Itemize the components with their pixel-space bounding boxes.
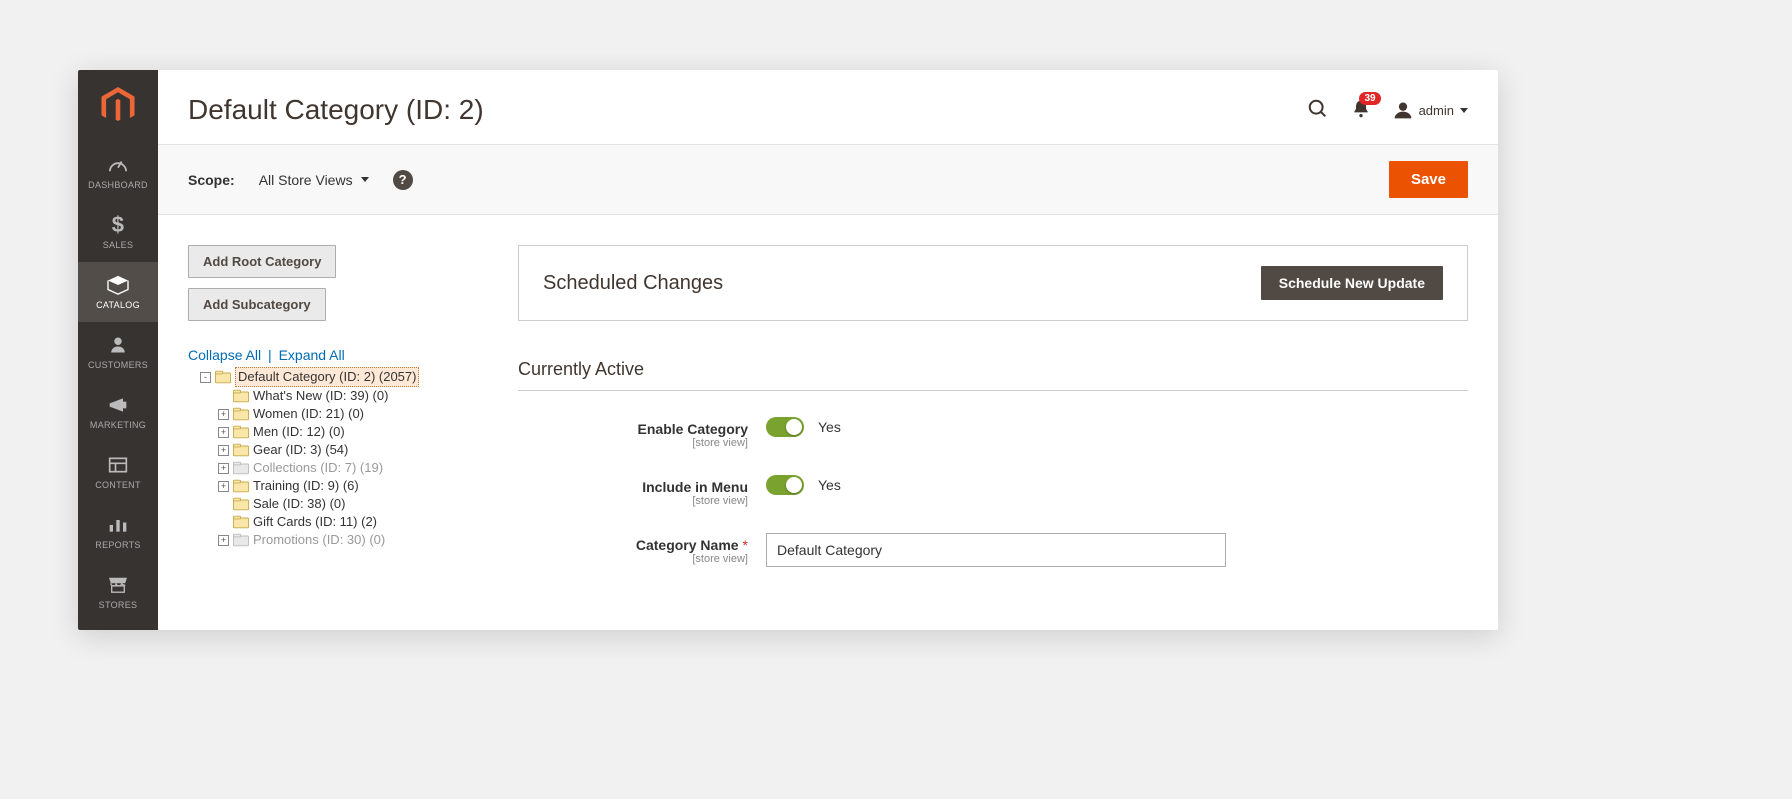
content-icon	[107, 454, 129, 476]
expand-icon[interactable]: +	[218, 427, 229, 438]
required-indicator: *	[743, 537, 748, 553]
scope-value: All Store Views	[259, 172, 353, 188]
enable-category-toggle[interactable]	[766, 417, 804, 437]
nav-reports[interactable]: REPORTS	[78, 502, 158, 562]
tree-node-label: Sale (ID: 38) (0)	[253, 495, 345, 513]
notifications-icon[interactable]: 39	[1351, 98, 1371, 123]
expand-icon[interactable]: +	[218, 445, 229, 456]
scope-bar: Scope: All Store Views ? Save	[158, 144, 1498, 215]
dashboard-icon	[107, 154, 129, 176]
category-name-label: Category Name	[636, 537, 739, 553]
tree-node-label: Collections (ID: 7) (19)	[253, 459, 383, 477]
tree-node-label: Gear (ID: 3) (54)	[253, 441, 348, 459]
page-title: Default Category (ID: 2)	[188, 94, 484, 126]
notifications-badge: 39	[1359, 92, 1380, 105]
include-in-menu-value: Yes	[818, 477, 841, 493]
tree-node[interactable]: Sale (ID: 38) (0)	[188, 495, 518, 513]
tree-node[interactable]: + Training (ID: 9) (6)	[188, 477, 518, 495]
help-icon[interactable]: ?	[393, 170, 413, 190]
category-tree-column: Add Root Category Add Subcategory Collap…	[188, 245, 518, 593]
search-icon[interactable]	[1307, 98, 1329, 123]
columns: Add Root Category Add Subcategory Collap…	[158, 215, 1498, 593]
user-name: admin	[1419, 103, 1454, 118]
nav-customers[interactable]: CUSTOMERS	[78, 322, 158, 382]
admin-sidebar: DASHBOARD$SALESCATALOGCUSTOMERSMARKETING…	[78, 70, 158, 630]
scope-hint: [store view]	[518, 495, 748, 507]
add-root-category-button[interactable]: Add Root Category	[188, 245, 336, 278]
tree-node[interactable]: Gift Cards (ID: 11) (2)	[188, 513, 518, 531]
sales-icon: $	[107, 214, 129, 236]
tree-spacer	[218, 517, 229, 528]
category-form-column: Scheduled Changes Schedule New Update Cu…	[518, 245, 1468, 593]
include-in-menu-row: Include in Menu [store view] Yes	[518, 475, 1468, 507]
magento-logo[interactable]	[78, 70, 158, 142]
tree-node-label: Training (ID: 9) (6)	[253, 477, 359, 495]
tree-node[interactable]: + Women (ID: 21) (0)	[188, 405, 518, 423]
enable-category-value: Yes	[818, 419, 841, 435]
customers-icon	[107, 334, 129, 356]
main-content: Default Category (ID: 2) 39	[158, 70, 1498, 630]
header-actions: 39 admin	[1307, 98, 1468, 123]
nav-dashboard[interactable]: DASHBOARD	[78, 142, 158, 202]
nav-stores[interactable]: STORES	[78, 562, 158, 622]
scheduled-changes-title: Scheduled Changes	[543, 272, 723, 295]
expand-icon[interactable]: +	[218, 481, 229, 492]
schedule-new-update-button[interactable]: Schedule New Update	[1261, 266, 1443, 300]
tree-node-label: Women (ID: 21) (0)	[253, 405, 364, 423]
collapse-all-link[interactable]: Collapse All	[188, 347, 261, 363]
nav-marketing[interactable]: MARKETING	[78, 382, 158, 442]
collapse-icon[interactable]: -	[200, 372, 211, 383]
nav-sales[interactable]: $SALES	[78, 202, 158, 262]
tree-node[interactable]: What's New (ID: 39) (0)	[188, 387, 518, 405]
tree-spacer	[218, 391, 229, 402]
enable-category-label: Enable Category	[638, 421, 748, 437]
category-tree: - Default Category (ID: 2) (2057)What's N…	[188, 367, 518, 549]
tree-node-label: Men (ID: 12) (0)	[253, 423, 345, 441]
scheduled-changes-panel: Scheduled Changes Schedule New Update	[518, 245, 1468, 321]
scope-select[interactable]: All Store Views	[259, 172, 369, 188]
scope-hint: [store view]	[518, 437, 748, 449]
enable-category-row: Enable Category [store view] Yes	[518, 417, 1468, 449]
user-menu[interactable]: admin	[1393, 100, 1468, 120]
scope-hint: [store view]	[518, 553, 748, 565]
tree-actions: Collapse All | Expand All	[188, 347, 518, 363]
chevron-down-icon	[361, 177, 369, 182]
catalog-icon	[107, 274, 129, 296]
marketing-icon	[107, 394, 129, 416]
expand-all-link[interactable]: Expand All	[279, 347, 345, 363]
chevron-down-icon	[1460, 108, 1468, 113]
include-in-menu-label: Include in Menu	[642, 479, 748, 495]
tree-node[interactable]: + Promotions (ID: 30) (0)	[188, 531, 518, 549]
expand-icon[interactable]: +	[218, 535, 229, 546]
tree-node-label: Promotions (ID: 30) (0)	[253, 531, 385, 549]
reports-icon	[107, 514, 129, 536]
nav-content[interactable]: CONTENT	[78, 442, 158, 502]
tree-node-label: What's New (ID: 39) (0)	[253, 387, 388, 405]
add-subcategory-button[interactable]: Add Subcategory	[188, 288, 326, 321]
tree-node[interactable]: - Default Category (ID: 2) (2057)	[188, 367, 518, 387]
include-in-menu-toggle[interactable]	[766, 475, 804, 495]
tree-node-label: Gift Cards (ID: 11) (2)	[253, 513, 377, 531]
category-name-input[interactable]	[766, 533, 1226, 567]
scope-label: Scope:	[188, 172, 235, 188]
tree-node-label: Default Category (ID: 2) (2057)	[235, 367, 419, 387]
page-header: Default Category (ID: 2) 39	[158, 70, 1498, 144]
nav-catalog[interactable]: CATALOG	[78, 262, 158, 322]
user-icon	[1393, 100, 1413, 120]
currently-active-title: Currently Active	[518, 359, 1468, 391]
stores-icon	[107, 574, 129, 596]
tree-node[interactable]: + Gear (ID: 3) (54)	[188, 441, 518, 459]
magento-logo-icon	[101, 87, 135, 125]
category-name-row: Category Name* [store view]	[518, 533, 1468, 567]
expand-icon[interactable]: +	[218, 409, 229, 420]
admin-app: DASHBOARD$SALESCATALOGCUSTOMERSMARKETING…	[78, 70, 1498, 630]
save-button[interactable]: Save	[1389, 161, 1468, 198]
tree-spacer	[218, 499, 229, 510]
tree-node[interactable]: + Collections (ID: 7) (19)	[188, 459, 518, 477]
expand-icon[interactable]: +	[218, 463, 229, 474]
tree-node[interactable]: + Men (ID: 12) (0)	[188, 423, 518, 441]
